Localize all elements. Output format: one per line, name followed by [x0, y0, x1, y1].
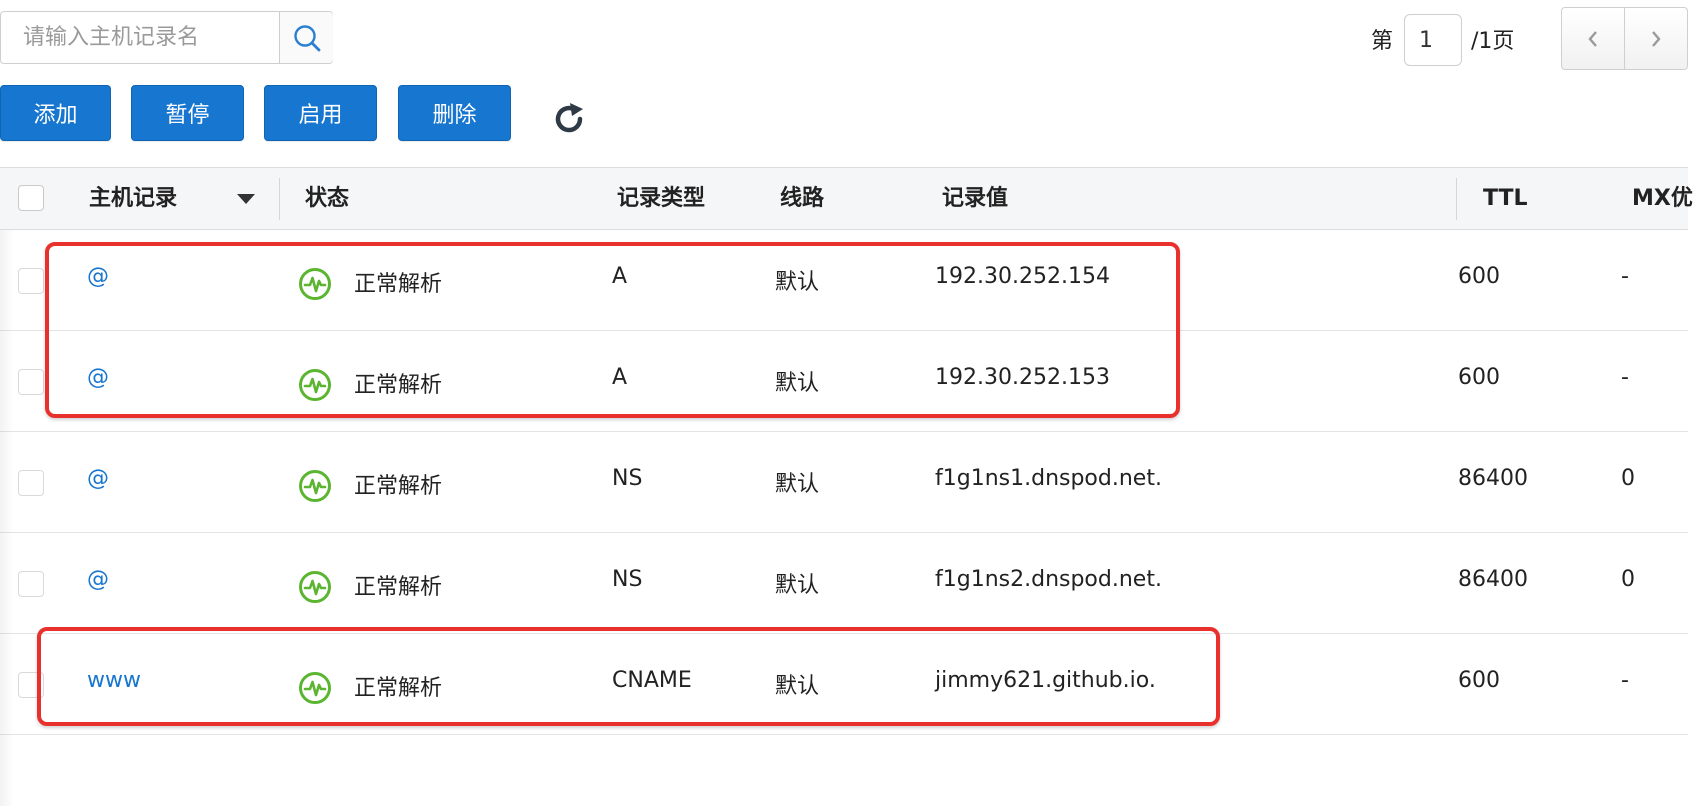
table-row: @ 正常解析 A 默认 192.30.252.153 600 -: [0, 331, 1688, 432]
row-checkbox[interactable]: [18, 268, 44, 294]
status-ok-icon: [299, 571, 331, 603]
row-checkbox[interactable]: [18, 672, 44, 698]
record-line: 默认: [775, 472, 820, 497]
table-row: www 正常解析 CNAME 默认 jimmy621.github.io. 60…: [0, 634, 1688, 735]
record-ttl: 600: [1458, 365, 1500, 390]
column-header-host[interactable]: 主机记录: [89, 168, 177, 229]
column-header-status: 状态: [305, 186, 350, 211]
record-value: f1g1ns2.dnspod.net.: [935, 567, 1162, 592]
page-number-input[interactable]: [1404, 14, 1462, 66]
prev-page-button[interactable]: [1562, 8, 1624, 69]
record-type: A: [612, 365, 628, 390]
status-ok-icon: [299, 268, 331, 300]
pager: [1561, 7, 1688, 70]
refresh-button[interactable]: [548, 98, 590, 140]
search-button[interactable]: [279, 12, 333, 63]
record-mx: -: [1621, 264, 1629, 289]
enable-button[interactable]: 启用: [264, 85, 377, 141]
record-mx: -: [1621, 668, 1629, 693]
host-record-link[interactable]: www: [87, 668, 141, 693]
record-ttl: 600: [1458, 264, 1500, 289]
record-mx: 0: [1621, 567, 1635, 592]
select-all-checkbox[interactable]: [18, 185, 44, 211]
status-text: 正常解析: [354, 272, 443, 297]
record-ttl: 86400: [1458, 567, 1528, 592]
record-type: CNAME: [612, 668, 692, 693]
table-header: 主机记录 状态 记录类型 线路 记录值 TTL MX优: [0, 167, 1693, 230]
status-ok-icon: [299, 369, 331, 401]
search-input[interactable]: [1, 12, 279, 63]
search-box: [0, 11, 333, 64]
record-type: NS: [612, 567, 643, 592]
status-text: 正常解析: [354, 474, 443, 499]
column-header-mx: MX优: [1632, 186, 1693, 211]
column-header-line: 线路: [780, 186, 825, 211]
status-ok-icon: [299, 470, 331, 502]
status-text: 正常解析: [354, 676, 443, 701]
row-checkbox[interactable]: [18, 470, 44, 496]
refresh-icon: [555, 103, 583, 133]
column-header-type: 记录类型: [617, 186, 706, 211]
record-ttl: 86400: [1458, 466, 1528, 491]
status-text: 正常解析: [354, 575, 443, 600]
record-mx: -: [1621, 365, 1629, 390]
sort-down-icon[interactable]: [236, 192, 256, 206]
record-value: 192.30.252.154: [935, 264, 1110, 289]
column-header-value: 记录值: [942, 186, 1009, 211]
next-page-button[interactable]: [1624, 8, 1687, 69]
page-total-label: /1页: [1471, 29, 1515, 54]
column-header-ttl: TTL: [1483, 186, 1528, 211]
record-line: 默认: [775, 270, 820, 295]
record-type: NS: [612, 466, 643, 491]
chevron-left-icon: [1588, 30, 1597, 47]
table-row: @ 正常解析 NS 默认 f1g1ns1.dnspod.net. 86400 0: [0, 432, 1688, 533]
add-button[interactable]: 添加: [0, 85, 111, 141]
record-type: A: [612, 264, 628, 289]
row-checkbox[interactable]: [18, 571, 44, 597]
record-line: 默认: [775, 573, 820, 598]
record-mx: 0: [1621, 466, 1635, 491]
dns-records-page: 第 /1页 添加 暂停 启用 删除 主机记录 状态 记录类型: [0, 0, 1708, 806]
record-value: f1g1ns1.dnspod.net.: [935, 466, 1162, 491]
row-checkbox[interactable]: [18, 369, 44, 395]
record-line: 默认: [775, 371, 820, 396]
pause-button[interactable]: 暂停: [131, 85, 244, 141]
host-record-link[interactable]: @: [87, 466, 109, 491]
search-icon: [293, 24, 320, 51]
column-divider: [279, 178, 280, 220]
column-divider: [1456, 178, 1457, 220]
host-record-link[interactable]: @: [87, 567, 109, 592]
record-ttl: 600: [1458, 668, 1500, 693]
left-edge-shadow: [0, 230, 14, 806]
host-record-link[interactable]: @: [87, 365, 109, 390]
record-value: 192.30.252.153: [935, 365, 1110, 390]
table-row: @ 正常解析 NS 默认 f1g1ns2.dnspod.net. 86400 0: [0, 533, 1688, 634]
record-value: jimmy621.github.io.: [935, 668, 1156, 693]
status-text: 正常解析: [354, 373, 443, 398]
table-row: @ 正常解析 A 默认 192.30.252.154 600 -: [0, 230, 1688, 331]
host-record-link[interactable]: @: [87, 264, 109, 289]
delete-button[interactable]: 删除: [398, 85, 511, 141]
chevron-right-icon: [1652, 30, 1661, 47]
page-prefix-label: 第: [1371, 29, 1394, 54]
status-ok-icon: [299, 672, 331, 704]
record-line: 默认: [775, 674, 820, 699]
